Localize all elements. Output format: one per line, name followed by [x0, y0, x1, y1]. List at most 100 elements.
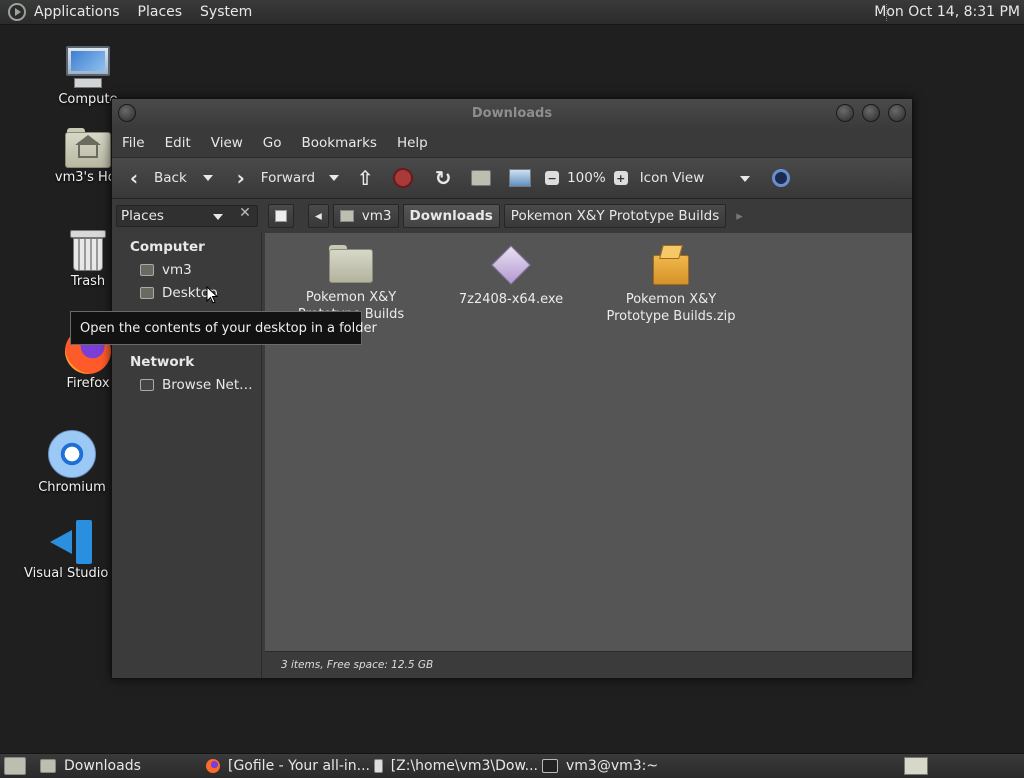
- taskbar-label: [Gofile - Your all-in...: [227, 758, 370, 774]
- bottom-panel: Downloads [Gofile - Your all-in... [Z:\h…: [0, 753, 1024, 778]
- sidebar-places-caret-icon: [213, 214, 223, 220]
- status-text: 3 items, Free space: 12.5 GB: [281, 659, 434, 671]
- home-icon[interactable]: [471, 170, 492, 186]
- network-icon: [140, 379, 154, 391]
- taskbar-label: Downloads: [64, 758, 141, 774]
- file-name-line: Prototype Builds.zip: [606, 309, 736, 324]
- show-desktop-icon[interactable]: [4, 757, 26, 775]
- reload-icon[interactable]: ↻: [431, 166, 455, 190]
- archive-icon: [653, 245, 689, 285]
- view-mode-select[interactable]: Icon View: [640, 170, 750, 186]
- breadcrumb-pokemon-folder[interactable]: Pokemon X&Y Prototype Builds: [503, 204, 727, 228]
- window-titlebar[interactable]: Downloads: [112, 99, 912, 129]
- minimize-button[interactable]: [836, 104, 854, 122]
- menu-help[interactable]: Help: [397, 135, 428, 151]
- view-mode-label: Icon View: [639, 170, 705, 186]
- desktop-icon-chromium[interactable]: Chromium: [24, 430, 120, 495]
- maximize-button[interactable]: [862, 104, 880, 122]
- menu-bookmarks[interactable]: Bookmarks: [302, 135, 377, 151]
- clock[interactable]: Mon Oct 14, 8:31 PM: [874, 4, 1020, 20]
- pencil-icon: [275, 210, 287, 222]
- zoom-level[interactable]: 100%: [567, 170, 606, 186]
- zoom-out-icon[interactable]: −: [545, 171, 560, 185]
- forward-arrow-icon: ›: [236, 166, 245, 190]
- distro-logo-icon[interactable]: [8, 3, 26, 21]
- desktop-icon-vscode[interactable]: Visual Studio Co: [24, 520, 130, 581]
- breadcrumb-left-arrow[interactable]: ◂: [308, 204, 329, 228]
- menu-places[interactable]: Places: [138, 4, 183, 20]
- toolbar: ‹ Back › Forward ⇧ ↻ − 100% + Icon View: [112, 157, 912, 199]
- folder-icon: [329, 245, 373, 283]
- file-item-zip[interactable]: Pokemon X&Y Prototype Builds.zip: [601, 245, 741, 325]
- home-folder-icon: [140, 264, 154, 276]
- window-title: Downloads: [471, 106, 553, 121]
- menu-view[interactable]: View: [211, 135, 243, 151]
- desktop-icon-label: Visual Studio Co: [24, 566, 130, 581]
- file-manager-window: Downloads File Edit View Go Bookmarks He…: [111, 98, 913, 679]
- file-view[interactable]: Pokemon X&Y Prototype Builds 7z2408-x64.…: [265, 233, 912, 651]
- search-icon[interactable]: [771, 169, 790, 187]
- sidebar-section-network: Network: [130, 354, 195, 370]
- breadcrumb-vm3[interactable]: vm3: [332, 204, 399, 228]
- file-name: 7z2408-x64.exe: [441, 291, 581, 308]
- close-sidebar-icon[interactable]: ✕: [234, 205, 256, 227]
- file-name-line: Pokemon X&Y: [625, 292, 717, 307]
- forward-button[interactable]: › Forward: [229, 166, 315, 190]
- taskbar-label: vm3@vm3:~: [566, 758, 659, 774]
- forward-history-caret-icon[interactable]: [329, 175, 340, 181]
- menu-edit[interactable]: Edit: [165, 135, 191, 151]
- mouse-cursor-icon: [206, 286, 218, 304]
- file-name-line: Pokemon X&Y: [305, 290, 397, 305]
- computer-icon[interactable]: [509, 169, 532, 187]
- menu-file[interactable]: File: [122, 135, 145, 151]
- terminal-icon: [542, 759, 558, 773]
- firefox-icon: [206, 759, 220, 773]
- sidebar-item-browse-network[interactable]: Browse Net…: [140, 377, 253, 393]
- executable-icon: [491, 245, 531, 285]
- sidebar-section-computer: Computer: [130, 239, 205, 255]
- menu-applications[interactable]: Applications: [34, 4, 120, 20]
- sidebar-item-label: Browse Net…: [162, 377, 253, 393]
- sidebar-item-vm3[interactable]: vm3: [140, 262, 192, 278]
- menu-go[interactable]: Go: [263, 135, 282, 151]
- breadcrumb-downloads[interactable]: Downloads: [402, 204, 500, 228]
- breadcrumb: ◂ vm3 Downloads Pokemon X&Y Prototype Bu…: [268, 204, 743, 228]
- zoom-in-icon[interactable]: +: [613, 171, 628, 185]
- home-folder-icon: [65, 128, 111, 168]
- desktop-folder-icon: [140, 287, 154, 299]
- breadcrumb-label: Downloads: [409, 208, 493, 224]
- sidebar-places-label: Places: [121, 208, 164, 224]
- chevron-right-icon[interactable]: ▸: [736, 209, 743, 224]
- back-history-caret-icon[interactable]: [202, 175, 213, 181]
- tooltip: Open the contents of your desktop in a f…: [70, 311, 377, 345]
- wine-icon: [374, 759, 383, 773]
- taskbar-item-firefox[interactable]: [Gofile - Your all-in...: [202, 756, 370, 777]
- taskbar-label: [Z:\home\vm3\Dow...: [390, 758, 538, 774]
- location-row: Places ✕ ◂ vm3 Downloads Pokemon X&Y Pro…: [112, 199, 912, 233]
- chevron-left-icon: ◂: [315, 208, 322, 224]
- trash-icon: [70, 228, 106, 272]
- breadcrumb-label: Pokemon X&Y Prototype Builds: [510, 208, 720, 224]
- menu-system[interactable]: System: [200, 4, 252, 20]
- top-panel: Applications Places System Mon Oct 14, 8…: [0, 0, 1024, 25]
- computer-icon: [64, 46, 112, 90]
- desktop-icon-label: Chromium: [38, 480, 106, 495]
- back-arrow-icon: ‹: [129, 166, 139, 190]
- up-arrow-icon[interactable]: ⇧: [353, 166, 377, 190]
- taskbar-item-downloads[interactable]: Downloads: [36, 756, 202, 777]
- back-button[interactable]: ‹ Back: [122, 166, 187, 190]
- view-mode-caret-icon: [739, 176, 750, 182]
- forward-label: Forward: [260, 170, 316, 186]
- taskbar-item-terminal[interactable]: vm3@vm3:~: [538, 756, 704, 777]
- file-item-exe[interactable]: 7z2408-x64.exe: [441, 245, 581, 308]
- edit-location-button[interactable]: [268, 204, 294, 228]
- back-label: Back: [154, 170, 187, 186]
- stop-icon[interactable]: [393, 168, 414, 188]
- taskbar-item-wine[interactable]: [Z:\home\vm3\Dow...: [370, 756, 538, 777]
- workspace-switcher[interactable]: [904, 757, 928, 775]
- chromium-icon: [48, 430, 96, 478]
- file-name: Pokemon X&Y Prototype Builds.zip: [601, 291, 741, 325]
- sidebar: Computer vm3 Desktop Network Browse Net…: [112, 233, 262, 678]
- sidebar-item-label: vm3: [162, 262, 192, 278]
- close-button[interactable]: [888, 104, 906, 122]
